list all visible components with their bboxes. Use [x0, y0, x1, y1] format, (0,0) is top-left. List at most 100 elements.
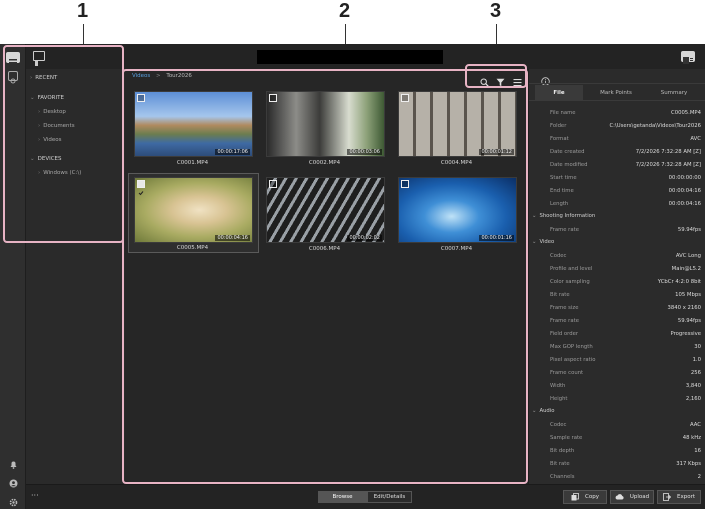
property-key: Max GOP length — [550, 344, 593, 350]
callout-line-1 — [83, 24, 84, 45]
property-key: Start time — [550, 175, 577, 181]
property-value: YCbCr 4:2:0 8bit — [657, 279, 701, 285]
property-key: Frame size — [550, 305, 579, 311]
property-value: 3840 x 2160 — [667, 305, 701, 311]
property-row: Bit rate 105 Mbps — [529, 289, 705, 302]
account-icon[interactable] — [9, 473, 18, 488]
properties-panel: File Mark Points Summary File name C0005.… — [528, 69, 705, 484]
property-value: AAC — [690, 422, 701, 428]
panel-tabs: File Mark Points Summary — [529, 83, 705, 101]
property-value: C0005.MP4 — [671, 110, 701, 116]
property-value: 59.94fps — [677, 318, 701, 324]
more-options-button[interactable]: ··· — [31, 491, 39, 500]
property-value: C:\Users\getanda\Videos\Tour2026 — [609, 123, 701, 129]
info-icon[interactable] — [541, 71, 550, 86]
copy-label: Copy — [585, 494, 599, 500]
property-value: AVC — [690, 136, 701, 142]
property-value: 2,160 — [685, 396, 701, 402]
property-row: Bit rate 317 Kbps — [529, 458, 705, 471]
app-window: › RECENT ⌄ FAVORITE › Desktop › Documents › V… — [0, 44, 705, 509]
upload-label: Upload — [629, 494, 650, 500]
property-row: Frame count 256 — [529, 367, 705, 380]
property-row: Format AVC — [529, 133, 705, 146]
property-key: Frame rate — [550, 318, 579, 324]
property-value: 7/2/2026 7:32:28 AM [Z] — [635, 162, 701, 168]
property-key: Channels — [550, 474, 575, 480]
property-value: 3,840 — [685, 383, 701, 389]
property-key: Color sampling — [550, 279, 590, 285]
edit-details-mode-button[interactable]: Edit/Details — [367, 491, 412, 503]
property-value: 00:00:00:00 — [668, 175, 701, 181]
upload-button[interactable]: Upload — [610, 490, 654, 504]
property-key: Width — [550, 383, 566, 389]
property-row: Frame rate 59.94fps — [529, 315, 705, 328]
property-value: 317 Kbps — [676, 461, 701, 467]
property-row: Date created 7/2/2026 7:32:28 AM [Z] — [529, 146, 705, 159]
copy-icon — [571, 492, 579, 500]
title-display — [257, 50, 443, 64]
property-key: Profile and level — [550, 266, 593, 272]
bell-icon[interactable] — [9, 454, 18, 469]
property-value: 48 kHz — [682, 435, 701, 441]
property-value: 2 — [697, 474, 701, 480]
callout-2: 2 — [339, 0, 351, 22]
chevron-down-icon: ⌄ — [532, 239, 537, 245]
property-value: 59.94fps — [677, 227, 701, 233]
property-value: 105 Mbps — [675, 292, 701, 298]
property-key: Folder — [550, 123, 567, 129]
property-key: Bit rate — [550, 292, 570, 298]
right-panel-icon[interactable] — [681, 51, 695, 64]
property-row: Start time 00:00:00:00 — [529, 172, 705, 185]
property-row: Width 3,840 — [529, 380, 705, 393]
browse-mode-button[interactable]: Browse — [318, 491, 367, 503]
top-bar — [26, 44, 705, 69]
property-row: Codec AAC — [529, 419, 705, 432]
property-row: End time 00:00:04:16 — [529, 185, 705, 198]
property-row: Folder C:\Users\getanda\Videos\Tour2026 — [529, 120, 705, 133]
property-key: Height — [550, 396, 568, 402]
property-key: Bit rate — [550, 461, 570, 467]
property-row: Channels 2 — [529, 471, 705, 484]
property-section-header[interactable]: ⌄ Shooting Information — [532, 213, 595, 219]
property-key: Bit depth — [550, 448, 575, 454]
property-row: Color sampling YCbCr 4:2:0 8bit — [529, 276, 705, 289]
property-row: File name C0005.MP4 — [529, 107, 705, 120]
property-row: Date modified 7/2/2026 7:32:28 AM [Z] — [529, 159, 705, 172]
chevron-down-icon: ⌄ — [532, 408, 537, 414]
property-section-title: Shooting Information — [539, 213, 596, 219]
settings-icon[interactable] — [9, 492, 18, 507]
property-value: 00:00:04:16 — [668, 188, 701, 194]
property-section-header[interactable]: ⌄ Audio — [532, 408, 555, 414]
callout-1: 1 — [77, 0, 89, 22]
export-label: Export — [676, 494, 695, 500]
property-key: File name — [550, 110, 576, 116]
property-key: Format — [550, 136, 569, 142]
property-key: Length — [550, 201, 569, 207]
property-value: AVC Long — [675, 253, 701, 259]
property-value: 30 — [694, 344, 701, 350]
property-key: Field order — [550, 331, 579, 337]
callout-3: 3 — [490, 0, 502, 22]
export-icon — [663, 492, 672, 501]
export-button[interactable]: Export — [657, 490, 701, 504]
property-value: 16 — [694, 448, 701, 454]
property-row: Bit depth 16 — [529, 445, 705, 458]
property-key: Date modified — [550, 162, 588, 168]
copy-button[interactable]: Copy — [563, 490, 607, 504]
callout-outline-2 — [122, 69, 528, 484]
tab-summary[interactable]: Summary — [647, 85, 701, 101]
tab-mark-points[interactable]: Mark Points — [589, 85, 643, 101]
bottom-bar: ··· Browse Edit/Details Copy Upload Expo… — [26, 484, 705, 509]
property-key: Codec — [550, 253, 567, 259]
property-section-title: Audio — [539, 408, 555, 414]
tab-file[interactable]: File — [535, 85, 583, 101]
property-key: Date created — [550, 149, 585, 155]
property-row: Max GOP length 30 — [529, 341, 705, 354]
property-section-header[interactable]: ⌄ Video — [532, 239, 554, 245]
property-value: 7/2/2026 7:32:28 AM [Z] — [635, 149, 701, 155]
property-key: Codec — [550, 422, 567, 428]
callout-outline-1 — [3, 45, 124, 243]
property-row: Field order Progressive — [529, 328, 705, 341]
property-row: Frame size 3840 x 2160 — [529, 302, 705, 315]
property-value: Main@L5.2 — [671, 266, 701, 272]
